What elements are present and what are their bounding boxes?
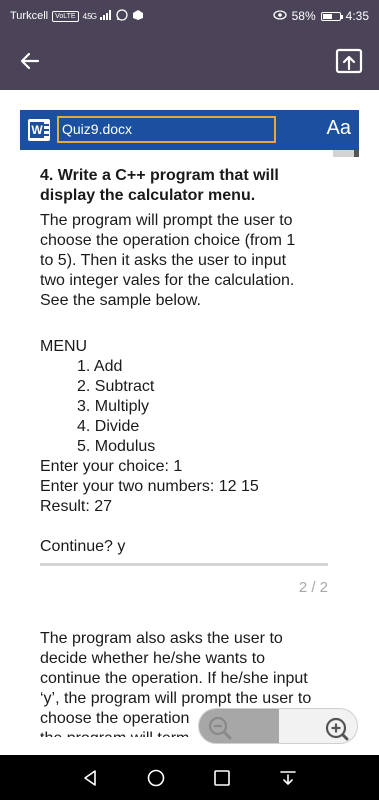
filename-field[interactable]: Quiz9.docx: [57, 116, 276, 143]
menu-heading: MENU: [40, 338, 88, 355]
nav-back-button[interactable]: [80, 768, 100, 788]
sample-line: Result: 27: [40, 498, 113, 515]
nav-recents-button[interactable]: [212, 768, 232, 788]
home-circle-icon: [147, 769, 165, 787]
page-divider: [40, 563, 328, 566]
continuation-line: continue the operation. If he/she input: [40, 670, 308, 687]
word-logo-icon: W: [28, 119, 50, 141]
app-bar: [0, 32, 379, 90]
upload-icon: [335, 48, 363, 74]
volte-badge: VoLTE: [52, 10, 79, 22]
share-button[interactable]: [335, 47, 363, 75]
eye-icon: [272, 9, 287, 23]
menu-item: 3. Multiply: [77, 398, 150, 415]
continuation-line: The program also asks the user to: [40, 630, 283, 647]
question-title-line: 4. Write a C++ program that will: [40, 167, 279, 184]
battery-icon: [320, 11, 343, 21]
menu-item: 5. Modulus: [77, 438, 156, 455]
question-title: 4. Write a C++ program that will display…: [40, 166, 340, 206]
intro-line: See the sample below.: [40, 292, 201, 309]
continue-line: Continue? y: [40, 538, 126, 555]
continuation-line: ‘y’, the program will prompt the user to: [40, 690, 312, 707]
sample-line: Enter your choice: 1: [40, 458, 183, 475]
whatsapp-icon: [116, 8, 128, 24]
intro-line: two integer vales for the calculation.: [40, 272, 295, 289]
sample-menu: MENU 1. Add 2. Subtract 3. Multiply 4. D…: [40, 337, 340, 517]
nav-home-button[interactable]: [146, 768, 166, 788]
zoom-control: [198, 708, 358, 744]
app-icon: [132, 9, 144, 24]
intro-line: to 5). Then it asks the user to input: [40, 252, 287, 269]
recents-square-icon: [214, 770, 230, 786]
arrow-left-icon: [20, 52, 40, 70]
notification-pull-icon: [280, 771, 296, 785]
zoom-out-icon: [208, 716, 232, 740]
intro-line: choose the operation choice (from 1: [40, 232, 296, 249]
status-right: 58% 4:35: [272, 9, 369, 23]
back-button[interactable]: [18, 49, 42, 73]
menu-item: 1. Add: [77, 358, 123, 375]
scrollbar-thumb[interactable]: [354, 150, 359, 157]
zoom-in-icon: [325, 717, 349, 741]
back-triangle-icon: [84, 770, 96, 786]
word-header: W Quiz9.docx Aa: [20, 110, 359, 150]
battery-fill: [322, 13, 332, 19]
zoom-out-button[interactable]: [199, 709, 279, 743]
clock: 4:35: [345, 9, 369, 23]
nav-notifications-button[interactable]: [278, 768, 298, 788]
battery-percent: 58%: [291, 9, 316, 23]
signal-bars-icon: [99, 9, 112, 23]
intro-line: The program will prompt the user to: [40, 212, 293, 229]
status-bar: Turkcell VoLTE 4.5G 58% 4:35: [0, 0, 379, 32]
menu-item: 4. Divide: [77, 418, 140, 435]
network-type: 4.5G: [82, 11, 97, 21]
question-intro: The program will prompt the user to choo…: [40, 211, 340, 311]
sample-line: Enter your two numbers: 12 15: [40, 478, 259, 495]
question-title-line: display the calculator menu.: [40, 187, 256, 204]
status-left: Turkcell VoLTE 4.5G: [10, 8, 144, 24]
zoom-in-button[interactable]: [277, 709, 357, 743]
continuation-line: decide whether he/she wants to: [40, 650, 266, 667]
page-indicator: 2 / 2: [298, 579, 328, 596]
navigation-bar: [0, 755, 379, 800]
menu-item: 2. Subtract: [77, 378, 155, 395]
text-size-button[interactable]: Aa: [327, 117, 351, 140]
carrier-name: Turkcell: [10, 10, 49, 22]
